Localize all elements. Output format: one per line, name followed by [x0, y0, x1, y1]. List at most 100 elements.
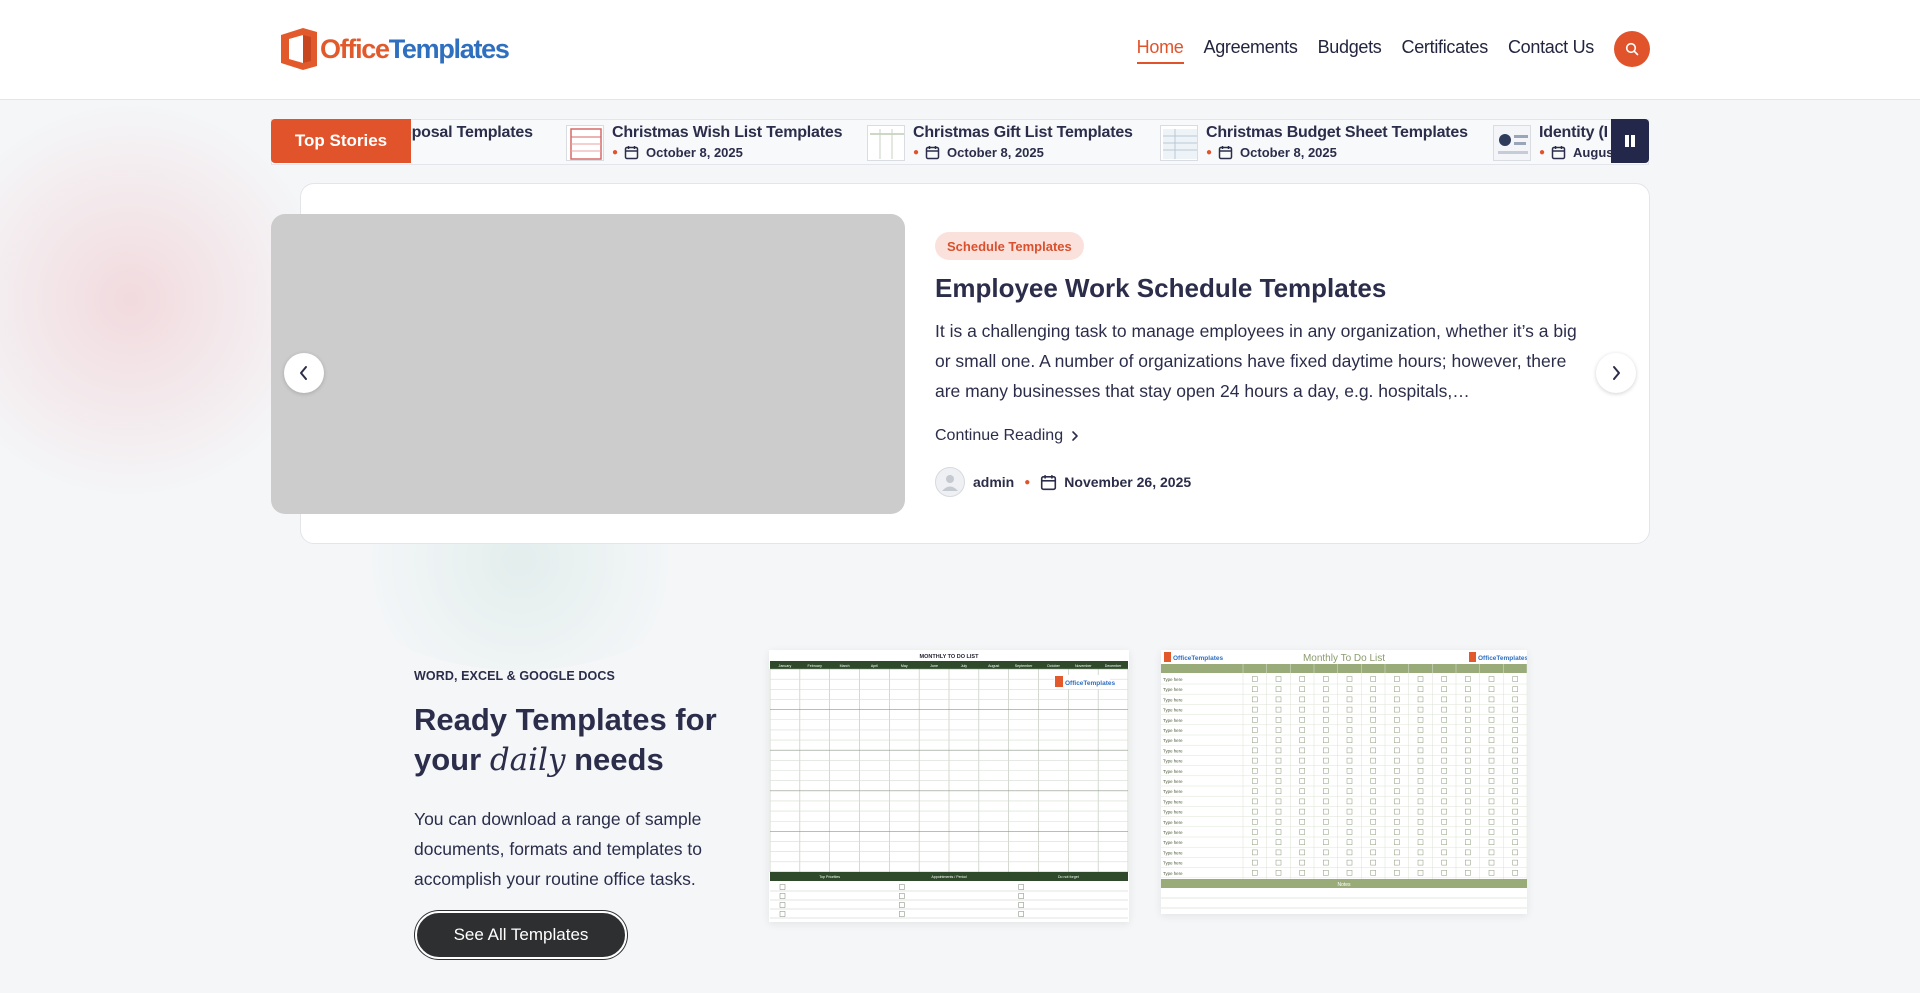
promo-heading-line1: Ready Templates for	[414, 702, 717, 737]
sheet-month-label: July	[961, 664, 968, 668]
template-preview-monthly-todo-list[interactable]: OfficeTemplates OfficeTemplates Monthly …	[1161, 650, 1527, 914]
separator-dot: ●	[1024, 476, 1031, 488]
separator-dot: ●	[913, 147, 920, 158]
nav-budgets[interactable]: Budgets	[1318, 37, 1382, 64]
nav-home[interactable]: Home	[1136, 37, 1184, 64]
sheet-row-label: Type here	[1163, 769, 1183, 774]
sheet-month-label: December	[1105, 664, 1122, 668]
chevron-left-icon	[300, 366, 307, 380]
sheet-month-label: October	[1047, 664, 1061, 668]
site-header: OfficeTemplates Home Agreements Budgets …	[0, 0, 1920, 100]
sheet-row-label: Type here	[1163, 850, 1183, 855]
sheet-row-label: Type here	[1163, 820, 1183, 825]
sheet-month-label: January	[779, 664, 792, 668]
sheet-row-label: Type here	[1163, 738, 1183, 743]
ticker-pause-button[interactable]	[1611, 119, 1649, 163]
sheet-row-label: Type here	[1163, 748, 1183, 753]
continue-reading-link[interactable]: Continue Reading	[935, 427, 1079, 445]
post-date: November 26, 2025	[1064, 474, 1192, 490]
author-name[interactable]: admin	[973, 474, 1014, 490]
separator-dot: ●	[612, 147, 619, 158]
sheet-row-label: Type here	[1163, 871, 1183, 876]
ticker-thumbnail[interactable]	[867, 125, 905, 161]
calendar-icon	[1041, 474, 1057, 490]
sheet-row-label: Type here	[1163, 687, 1183, 692]
promo-heading-your: your	[414, 742, 482, 777]
search-icon	[1625, 42, 1639, 56]
calendar-icon	[1551, 146, 1566, 160]
sheet-month-label: November	[1075, 664, 1092, 668]
ticker-item-title[interactable]: Christmas Wish List Templates	[612, 124, 842, 142]
sheet-month-label: May	[901, 664, 908, 668]
see-all-templates-button[interactable]: See All Templates	[415, 911, 627, 959]
logo-text-templates: Templates	[388, 33, 510, 64]
post-meta: admin ● November 26, 2025	[935, 467, 1191, 497]
sheet-logo-text: OfficeTemplates	[1065, 680, 1115, 687]
sheet-row-label: Type here	[1163, 677, 1183, 682]
office-logo-icon	[281, 28, 317, 70]
search-button[interactable]	[1614, 31, 1650, 67]
avatar[interactable]	[935, 467, 965, 497]
chevron-right-icon	[1613, 366, 1620, 380]
nav-agreements[interactable]: Agreements	[1204, 37, 1298, 64]
main-nav: Home Agreements Budgets Certificates Con…	[1136, 37, 1594, 64]
ticker-item-title[interactable]: Christmas Budget Sheet Templates	[1206, 124, 1468, 142]
sheet-footer-label: Do not forget	[1058, 875, 1079, 879]
continue-reading-label: Continue Reading	[935, 427, 1064, 444]
ticker-item-title[interactable]: Identity (I	[1539, 124, 1608, 142]
sheet-month-label: August	[988, 664, 999, 668]
sheet-footer-label: Notes	[1337, 882, 1351, 888]
sheet-row-label: Type here	[1163, 840, 1183, 845]
featured-post-image[interactable]	[271, 214, 905, 514]
sheet-row-label: Type here	[1163, 810, 1183, 815]
top-stories-label: Top Stories	[271, 119, 411, 163]
ticker-item-title[interactable]: Christmas Gift List Templates	[913, 124, 1133, 142]
ticker-item-meta: ● October 8, 2025	[1206, 145, 1337, 160]
ticker-thumbnail[interactable]	[566, 125, 604, 161]
sheet-footer-label: Top Priorities	[819, 875, 840, 879]
sheet-logo-text: OfficeTemplates	[1478, 655, 1527, 662]
chevron-right-icon	[1072, 431, 1078, 441]
calendar-icon	[925, 146, 940, 160]
top-stories-ticker: oposal Templates Christmas Wish List Tem…	[271, 119, 1649, 165]
ticker-item-meta: ● October 8, 2025	[913, 145, 1044, 160]
featured-post-title[interactable]: Employee Work Schedule Templates	[935, 273, 1386, 304]
calendar-icon	[624, 146, 639, 160]
sheet-title: Monthly To Do List	[1303, 653, 1385, 664]
ticker-item-date: October 8, 2025	[1240, 145, 1337, 160]
sheet-row-label: Type here	[1163, 697, 1183, 702]
nav-certificates[interactable]: Certificates	[1402, 37, 1489, 64]
pause-icon	[1625, 135, 1635, 147]
sheet-row-label: Type here	[1163, 718, 1183, 723]
featured-post-excerpt: It is a challenging task to manage emplo…	[935, 321, 1577, 401]
logo-text-office: Office	[320, 33, 390, 64]
sheet-title: MONTHLY TO DO LIST	[920, 654, 980, 660]
ticker-thumbnail[interactable]	[1160, 125, 1198, 161]
sheet-month-label: June	[930, 664, 938, 668]
sheet-logo-text: OfficeTemplates	[1173, 655, 1223, 662]
ticker-item-date: October 8, 2025	[646, 145, 743, 160]
sheet-row-label: Type here	[1163, 728, 1183, 733]
sheet-footer-label: Appointments / Period	[931, 875, 966, 879]
calendar-icon	[1218, 146, 1233, 160]
sheet-row-label: Type here	[1163, 779, 1183, 784]
template-preview-monthly-todo[interactable]: MONTHLY TO DO LIST January February March A…	[769, 650, 1129, 922]
nav-contact-us[interactable]: Contact Us	[1508, 37, 1594, 64]
ticker-thumbnail[interactable]	[1493, 125, 1531, 161]
monthly-todo-grid-preview: MONTHLY TO DO LIST January February March A…	[769, 650, 1129, 922]
user-icon	[942, 475, 958, 491]
site-logo[interactable]: OfficeTemplates	[279, 26, 510, 72]
promo-heading-daily: daily	[489, 742, 566, 778]
sheet-row-label: Type here	[1163, 861, 1183, 866]
slider-prev-button[interactable]	[284, 353, 324, 393]
sheet-row-label: Type here	[1163, 759, 1183, 764]
separator-dot: ●	[1206, 147, 1213, 158]
sheet-month-label: March	[840, 664, 850, 668]
promo-description: You can download a range of sample docum…	[414, 809, 702, 889]
sheet-row-label: Type here	[1163, 830, 1183, 835]
promo-heading: Ready Templates for your daily needs	[414, 700, 734, 780]
slider-next-button[interactable]	[1596, 353, 1636, 393]
ticker-item-date: October 8, 2025	[947, 145, 1044, 160]
category-badge[interactable]: Schedule Templates	[935, 232, 1084, 260]
ticker-item-title[interactable]: oposal Templates	[402, 124, 533, 142]
